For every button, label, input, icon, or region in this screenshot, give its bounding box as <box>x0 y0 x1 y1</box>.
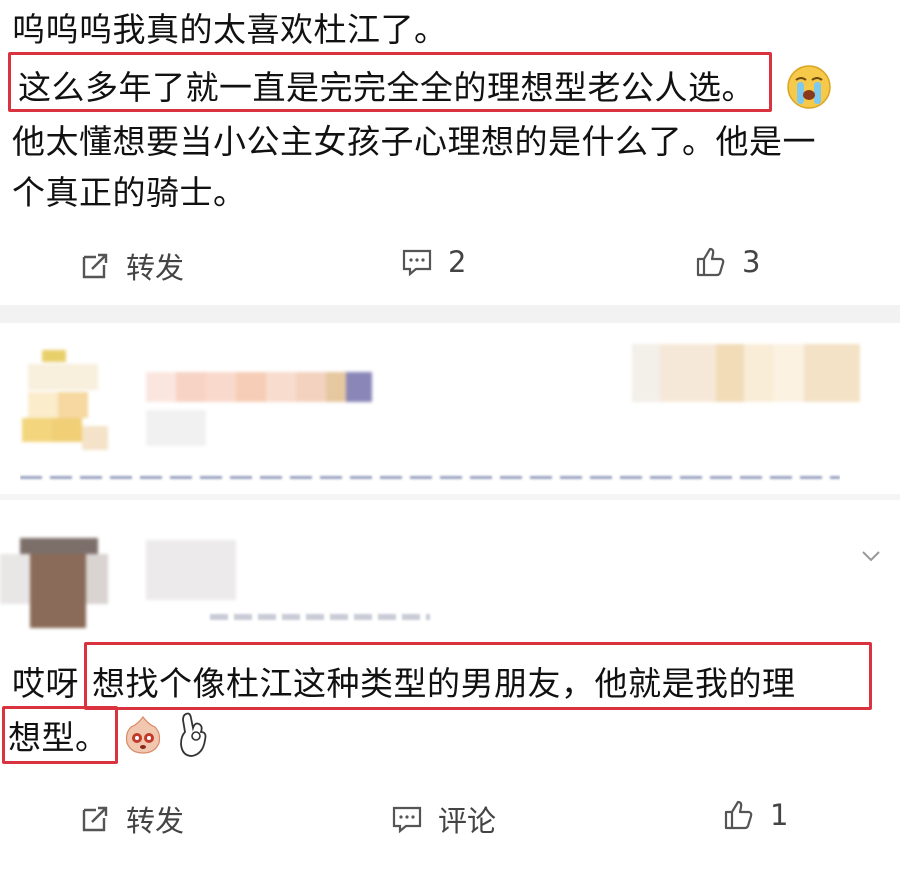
thumbs-up-icon <box>722 798 756 832</box>
repost-label: 转发 <box>126 804 185 838</box>
meta-block <box>146 410 206 446</box>
meta-line-2 <box>210 614 430 620</box>
like-count: 3 <box>742 245 761 279</box>
chevron-down-icon[interactable] <box>860 548 882 564</box>
post1-line1: 呜呜呜我真的太喜欢杜江了。 <box>12 10 448 49</box>
comment-count: 2 <box>448 245 467 279</box>
repost-label: 转发 <box>126 251 185 285</box>
post1-line4: 个真正的骑士。 <box>12 173 247 212</box>
highlight-box <box>84 642 872 710</box>
username-2 <box>146 540 236 600</box>
cropped-text-line <box>20 470 840 482</box>
comment-icon <box>390 802 424 836</box>
highlight-box <box>8 52 772 112</box>
thumbs-up-icon <box>694 245 728 279</box>
username <box>146 372 372 402</box>
comment-button[interactable]: 2 <box>400 245 466 279</box>
highlight-box <box>2 706 118 764</box>
crying-emoji-icon <box>122 714 164 756</box>
avatar-2 <box>0 538 118 630</box>
avatar <box>22 344 112 452</box>
repost-icon <box>78 802 112 836</box>
ok-hand-emoji-icon <box>176 710 210 758</box>
comment-icon <box>400 245 434 279</box>
like-count: 1 <box>770 798 789 832</box>
repost-button[interactable]: 转发 <box>78 798 184 840</box>
repost-icon <box>78 249 112 283</box>
repost-button[interactable]: 转发 <box>78 245 184 287</box>
comment-label: 评论 <box>438 804 497 838</box>
post1-line3: 他太懂想要当小公主女孩子心理想的是什么了。他是一 <box>12 122 816 161</box>
separator-line <box>0 494 900 500</box>
cry-emoji-icon <box>786 64 832 110</box>
like-button[interactable]: 3 <box>694 245 760 279</box>
post-image <box>632 344 860 402</box>
post2-prefix: 哎呀 <box>12 664 79 703</box>
post-separator <box>0 305 900 323</box>
comment-button[interactable]: 评论 <box>390 798 496 840</box>
like-button[interactable]: 1 <box>722 798 788 832</box>
